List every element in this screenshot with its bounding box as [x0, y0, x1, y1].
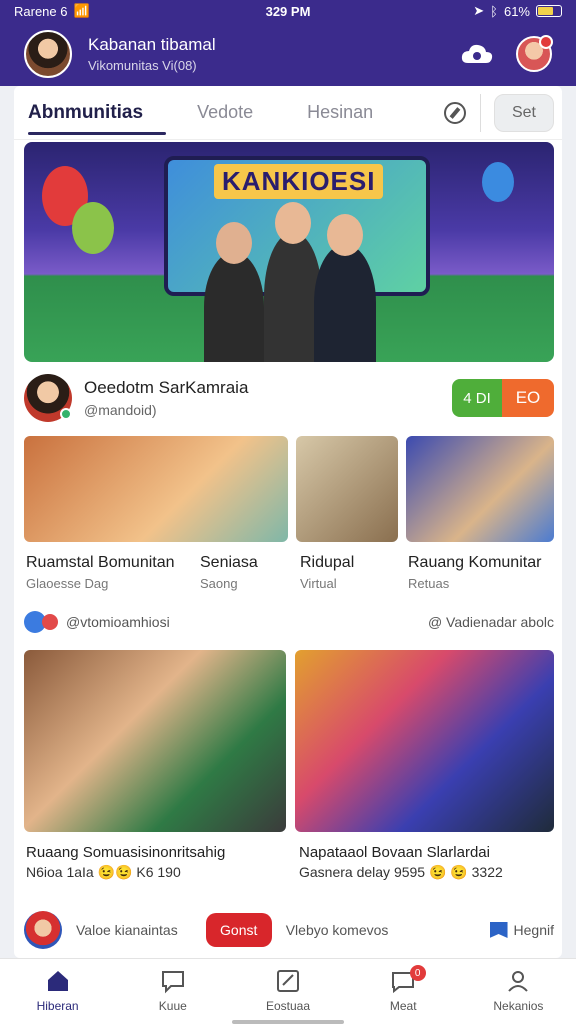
tab-hiburan[interactable]: Hesinan [307, 102, 373, 123]
header-title: Kabanan tibamal [88, 35, 216, 54]
creator-name[interactable]: Oeedotm SarKamraia [84, 378, 452, 398]
tab-divider [480, 94, 481, 132]
person-left [204, 222, 264, 362]
nav-label: Eostuaa [265, 999, 311, 1013]
header-subtitle: Vikomunitas Vi(08) [88, 58, 197, 73]
thumb-subtitle: Retuas [408, 576, 450, 591]
compass-icon[interactable] [444, 102, 466, 124]
community-handle[interactable]: @vtomioamhiosi [66, 614, 170, 630]
tab-video[interactable]: Vedote [197, 102, 253, 123]
creator-handle: @mandoid) [84, 402, 157, 418]
primary-action-button[interactable]: Gonst [205, 913, 272, 947]
tab-komunitas[interactable]: Abnmunitias [28, 102, 143, 124]
hero-banner[interactable]: KANKIOESI [24, 142, 554, 362]
thumb-subtitle: Virtual [300, 576, 337, 591]
set-button[interactable]: Set [494, 94, 554, 132]
main-card: Abnmunitias Vedote Hesinan Set KANKIOESI… [14, 86, 562, 958]
user-avatar[interactable] [24, 911, 62, 949]
message-icon [161, 971, 184, 994]
user-icon [508, 971, 529, 992]
thumb-subtitle: Glaoesse Dag [26, 576, 109, 591]
nav-meat[interactable]: 0 Meat [346, 959, 461, 1024]
active-tab-indicator [28, 132, 166, 135]
thumb-title: Rauang Komunitar [408, 554, 542, 571]
creator-row: Oeedotm SarKamraia @mandoid) 4 DI EO [24, 372, 554, 424]
battery-percent: 61% [503, 3, 530, 19]
home-indicator [232, 1020, 344, 1024]
carrier-label: Rarene 6 [14, 3, 68, 19]
app-header: Kabanan tibamal Vikomunitas Vi(08) [0, 22, 576, 86]
post-title[interactable]: Napataaol Bovaan Slarlardai [299, 844, 490, 861]
online-indicator [60, 408, 72, 420]
post-footer-row: Valoe kianaintas Gonst Vlebyo komevos He… [24, 910, 554, 950]
footer-label-2: Vlebyo komevos [285, 922, 389, 938]
balloon-blue [482, 162, 514, 202]
bluetooth-icon: ᛒ [490, 3, 498, 19]
location-icon: ➤ [473, 3, 485, 18]
tab-bar: Abnmunitias Vedote Hesinan Set [14, 86, 562, 140]
nav-label: Hiberan [36, 999, 79, 1013]
thumb-image[interactable] [296, 436, 398, 542]
thumb-title: Seniasa [200, 554, 258, 571]
nav-kuue[interactable]: Kuue [115, 959, 230, 1024]
chat-bubble-icon [42, 614, 58, 630]
balloon-green [72, 202, 114, 254]
post-image[interactable] [24, 650, 286, 832]
post-title[interactable]: Ruaang Somuasisinonritsahig [26, 844, 225, 861]
thumb-subtitle: Saong [200, 576, 238, 591]
wifi-icon: 📶 [73, 3, 90, 18]
nav-label: Nekanios [493, 999, 544, 1013]
creator-avatar[interactable] [24, 374, 72, 422]
community-mention[interactable]: @ Vadienadar abolc [428, 614, 554, 630]
footer-right-label[interactable]: Hegnif [514, 922, 554, 938]
bottom-nav: Hiberan Kuue Eostuaa 0 Meat Nekanios [0, 958, 576, 1024]
community-thumbnails: Ruamstal Bomunitan Glaoesse Dag Seniasa … [24, 436, 554, 606]
clock: 329 PM [265, 3, 311, 19]
action-button-a[interactable]: 4 DI [452, 379, 502, 417]
nav-eostuaa[interactable]: Eostuaa [230, 959, 345, 1024]
nav-label: Kuue [158, 999, 187, 1013]
nav-badge: 0 [409, 965, 426, 981]
post-image[interactable] [295, 650, 554, 832]
notifications-avatar[interactable] [516, 35, 553, 72]
community-handle-row: @vtomioamhiosi @ Vadienadar abolc [24, 608, 554, 636]
home-icon [47, 971, 68, 991]
action-button-b[interactable]: EO [502, 379, 554, 417]
notification-dot [539, 35, 553, 49]
thumb-image[interactable] [24, 436, 288, 542]
battery-icon [536, 5, 562, 17]
status-bar: Rarene 6 📶 329 PM ➤ ᛒ 61% [0, 0, 576, 22]
edit-icon [277, 970, 299, 992]
thumb-image[interactable] [406, 436, 554, 542]
thumb-title: Ridupal [300, 554, 355, 571]
creator-action-buttons: 4 DI EO [452, 379, 554, 417]
person-right [314, 214, 376, 362]
profile-avatar[interactable] [24, 30, 72, 78]
footer-label: Valoe kianaintas [76, 922, 178, 938]
post-subtitle: Gasnera delay 9595 😉 😉 3322 [299, 864, 503, 880]
thumb-title: Ruamstal Bomunitan [26, 554, 175, 571]
flag-icon[interactable] [489, 922, 508, 938]
nav-nekanios[interactable]: Nekanios [461, 959, 576, 1024]
post-subtitle: N6ioa 1aIa 😉😉 K6 190 [26, 864, 181, 880]
nav-label: Meat [389, 999, 417, 1013]
cloud-icon[interactable] [460, 43, 494, 65]
nav-hiburan[interactable]: Hiberan [0, 959, 115, 1024]
hero-banner-title: KANKIOESI [214, 164, 384, 199]
